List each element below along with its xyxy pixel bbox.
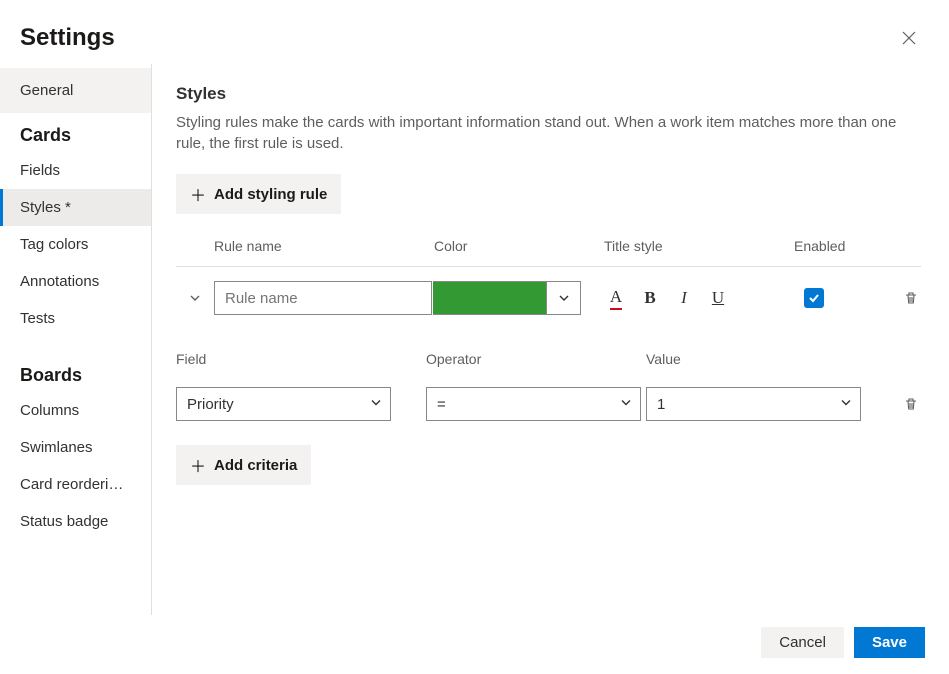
sidebar-item-label: Columns <box>20 402 79 419</box>
main-content: Styles Styling rules make the cards with… <box>152 64 949 615</box>
chevron-down-icon <box>840 397 852 409</box>
col-titlestyle: Title style <box>604 238 794 254</box>
rule-row: A B I U <box>176 266 921 329</box>
bold-button[interactable]: B <box>638 286 662 310</box>
sidebar-item-columns[interactable]: Columns <box>0 392 151 429</box>
rule-columns-header: Rule name Color Title style Enabled <box>176 238 921 266</box>
add-styling-rule-button[interactable]: ＋ Add styling rule <box>176 174 341 214</box>
underline-button[interactable]: U <box>706 286 730 310</box>
sidebar-item-tag-colors[interactable]: Tag colors <box>0 226 151 263</box>
rule-name-input[interactable] <box>214 281 432 315</box>
criteria-field-select[interactable]: Priority <box>176 387 391 421</box>
sidebar-item-swimlanes[interactable]: Swimlanes <box>0 429 151 466</box>
section-title: Styles <box>176 84 921 104</box>
sidebar-item-label: Card reorderi… <box>20 476 123 493</box>
col-rulename: Rule name <box>214 238 434 254</box>
sidebar: General Cards Fields Styles * Tag colors… <box>0 64 152 615</box>
criteria-row: Priority = 1 <box>176 377 921 431</box>
plus-icon: ＋ <box>190 453 206 477</box>
sidebar-item-label: General <box>20 82 73 99</box>
rule-expander[interactable] <box>176 292 214 304</box>
title-style-group: A B I U <box>604 286 794 310</box>
check-icon <box>808 292 820 304</box>
close-icon <box>902 31 916 45</box>
close-button[interactable] <box>897 26 921 50</box>
chevron-down-icon <box>189 292 201 304</box>
color-swatch <box>433 282 546 314</box>
italic-button[interactable]: I <box>672 286 696 310</box>
criteria-value-value: 1 <box>657 396 665 413</box>
sidebar-group-boards: Boards <box>0 353 151 392</box>
color-chevron <box>546 282 580 314</box>
trash-icon <box>903 290 919 306</box>
plus-icon: ＋ <box>190 182 206 206</box>
sidebar-item-annotations[interactable]: Annotations <box>0 263 151 300</box>
criteria-operator-select[interactable]: = <box>426 387 641 421</box>
sidebar-item-status-badge[interactable]: Status badge <box>0 503 151 540</box>
chevron-down-icon <box>558 292 570 304</box>
add-styling-rule-label: Add styling rule <box>214 186 327 203</box>
add-criteria-button[interactable]: ＋ Add criteria <box>176 445 311 485</box>
delete-rule-button[interactable] <box>901 288 921 308</box>
save-button[interactable]: Save <box>854 627 925 658</box>
sidebar-item-label: Fields <box>20 162 60 179</box>
criteria-columns-header: Field Operator Value <box>176 341 921 377</box>
enabled-checkbox[interactable] <box>804 288 824 308</box>
col-field: Field <box>176 351 426 367</box>
chevron-down-icon <box>370 397 382 409</box>
chevron-down-icon <box>620 397 632 409</box>
col-value: Value <box>646 351 866 367</box>
delete-criteria-button[interactable] <box>901 394 921 414</box>
criteria-value-select[interactable]: 1 <box>646 387 861 421</box>
dialog-header: Settings <box>0 0 949 64</box>
trash-icon <box>903 396 919 412</box>
criteria-operator-value: = <box>437 396 446 413</box>
sidebar-item-tests[interactable]: Tests <box>0 300 151 337</box>
sidebar-item-label: Styles * <box>20 199 71 216</box>
color-picker[interactable] <box>433 281 581 315</box>
sidebar-item-label: Tests <box>20 310 55 327</box>
font-color-letter: A <box>610 287 622 310</box>
section-description: Styling rules make the cards with import… <box>176 112 921 154</box>
cancel-button[interactable]: Cancel <box>761 627 844 658</box>
sidebar-item-label: Swimlanes <box>20 439 93 456</box>
sidebar-item-card-reordering[interactable]: Card reorderi… <box>0 466 151 503</box>
sidebar-item-general[interactable]: General <box>0 68 151 113</box>
sidebar-item-label: Annotations <box>20 273 99 290</box>
col-color: Color <box>434 238 604 254</box>
sidebar-item-label: Tag colors <box>20 236 88 253</box>
sidebar-item-fields[interactable]: Fields <box>0 152 151 189</box>
col-operator: Operator <box>426 351 646 367</box>
sidebar-item-label: Status badge <box>20 513 108 530</box>
criteria-field-value: Priority <box>187 396 234 413</box>
sidebar-group-cards: Cards <box>0 113 151 152</box>
dialog-footer: Cancel Save <box>0 615 949 674</box>
sidebar-item-styles[interactable]: Styles * <box>0 189 151 226</box>
dialog-title: Settings <box>20 24 115 52</box>
add-criteria-label: Add criteria <box>214 457 297 474</box>
font-color-button[interactable]: A <box>604 286 628 310</box>
col-enabled: Enabled <box>794 238 894 254</box>
